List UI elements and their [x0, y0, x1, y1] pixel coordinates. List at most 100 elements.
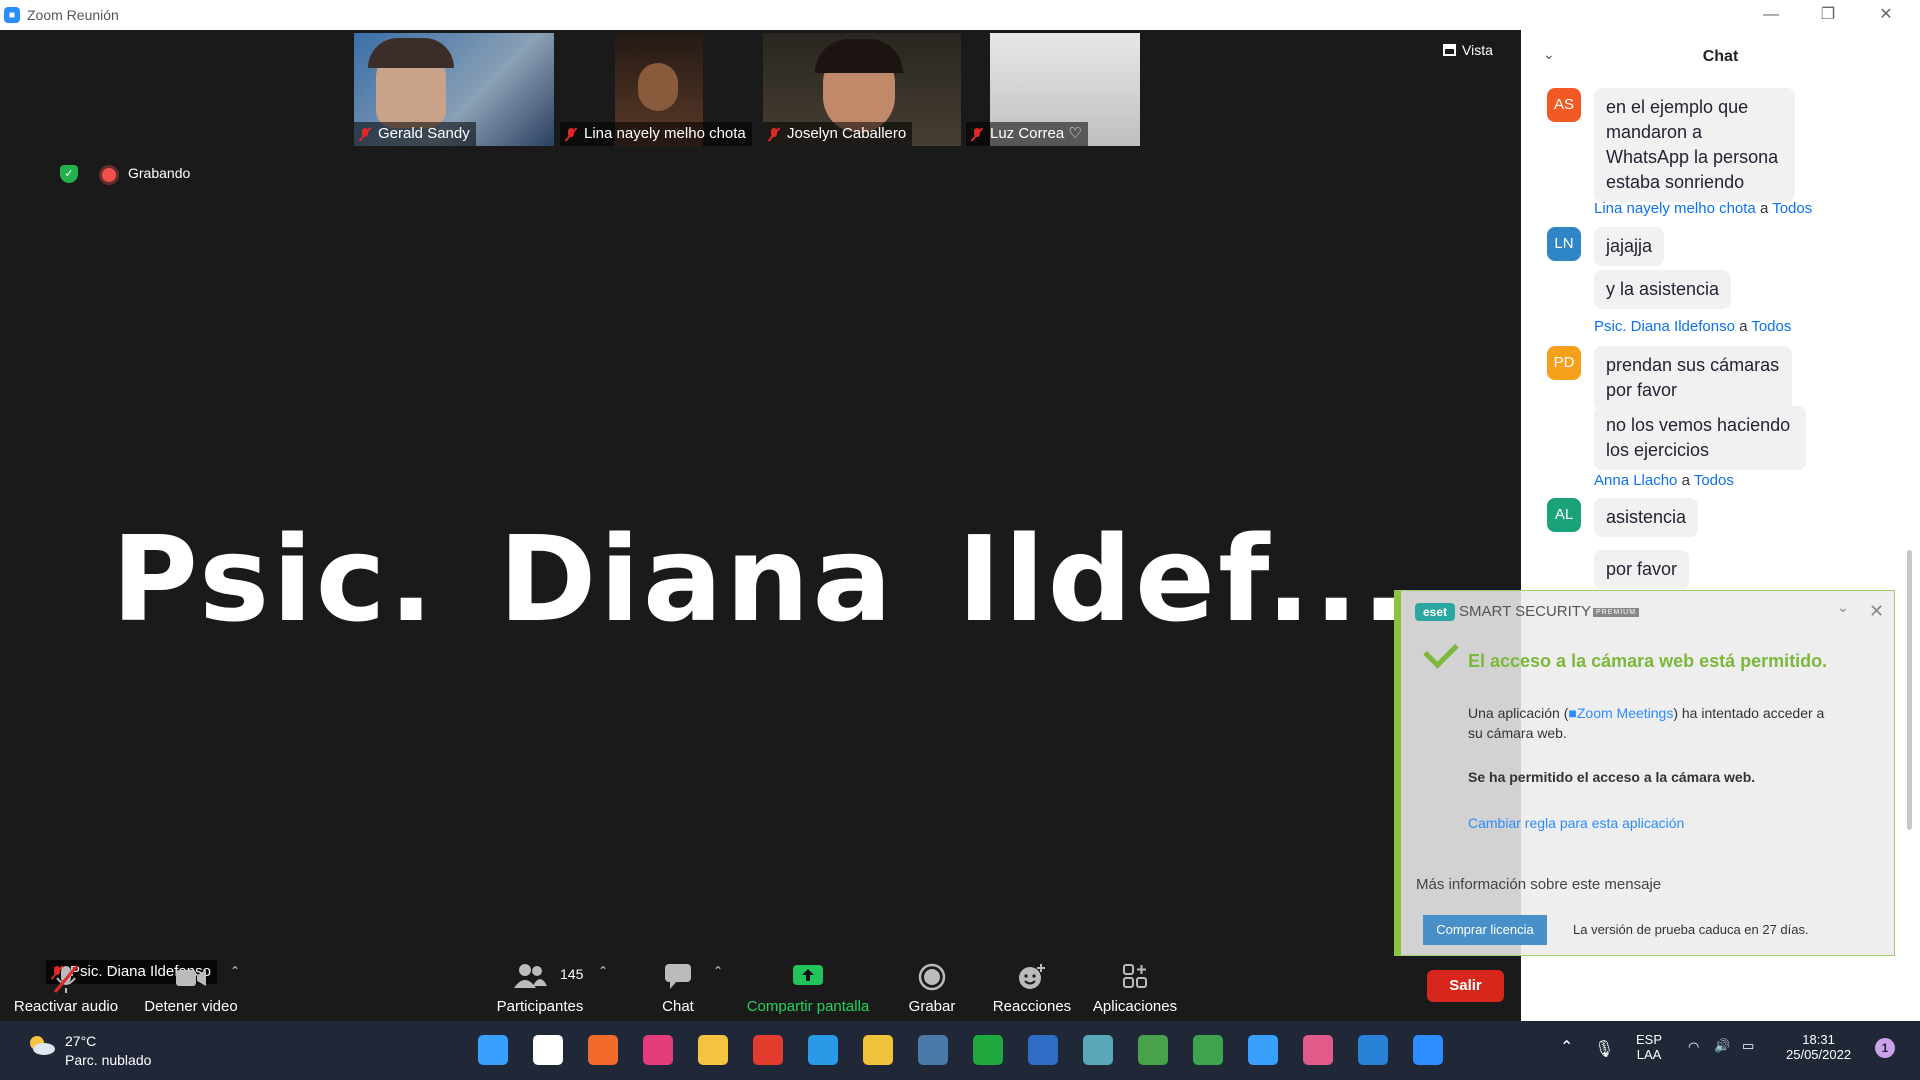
chat-bubble-icon [663, 962, 693, 994]
chat-sender-line: Anna Llacho a Todos [1594, 472, 1734, 489]
share-screen-label: Compartir pantalla [746, 998, 870, 1015]
eset-tier-badge: PREMIUM [1593, 608, 1640, 617]
checkmark-icon [1423, 633, 1459, 669]
participants-icon [513, 962, 547, 994]
change-rule-link[interactable]: Cambiar regla para esta aplicación [1468, 815, 1684, 831]
mic-muted-icon [564, 127, 578, 141]
input-language[interactable]: ESP LAA [1636, 1032, 1662, 1062]
buy-license-button[interactable]: Comprar licencia [1423, 915, 1547, 945]
record-label: Grabar [908, 998, 956, 1015]
eset-heading: El acceso a la cámara web está permitido… [1468, 651, 1828, 671]
leave-button[interactable]: Salir [1427, 970, 1504, 1002]
windows-start-icon[interactable] [478, 1035, 508, 1065]
chat-recipient[interactable]: Todos [1694, 472, 1734, 489]
chat-message: jajajja [1594, 227, 1665, 266]
title-bar: ■ Zoom Reunión — ❐ ✕ [0, 0, 1920, 30]
restore-icon[interactable]: ❐ [1817, 4, 1839, 26]
video-options-caret-icon[interactable]: ⌃ [230, 964, 240, 978]
weather-description[interactable]: Parc. nublado [65, 1052, 151, 1068]
meeting-area: Gerald Sandy Lina nayely melho chota Jos… [0, 30, 1521, 1021]
chat-to-word: a [1739, 318, 1748, 335]
chat-message: no los vemos haciendo los ejercicios [1594, 406, 1806, 470]
zoom-icon[interactable] [1413, 1035, 1443, 1065]
volume-icon[interactable]: 🔊 [1714, 1038, 1730, 1054]
mic-muted-icon [49, 962, 83, 1000]
participant-face [638, 63, 678, 111]
participants-label: Participantes [496, 998, 584, 1015]
zoom-logo-icon: ■ [4, 7, 20, 23]
xbox-icon[interactable] [973, 1035, 1003, 1065]
search-icon[interactable] [533, 1035, 563, 1065]
chat-recipient[interactable]: Todos [1772, 200, 1812, 217]
record-icon [917, 962, 947, 996]
chat-options-caret-icon[interactable]: ⌃ [713, 964, 723, 978]
window-title: Zoom Reunión [27, 7, 119, 23]
apps-label: Aplicaciones [1092, 998, 1178, 1015]
app-orange-icon[interactable] [588, 1035, 618, 1065]
avatar: PD [1547, 346, 1581, 380]
avatar: LN [1547, 227, 1581, 261]
zoom-app-link[interactable]: ■Zoom Meetings [1568, 705, 1673, 721]
git-icon[interactable] [863, 1035, 893, 1065]
keyboard-layout: LAA [1636, 1047, 1662, 1062]
participant-hair [368, 38, 454, 68]
chat-sender[interactable]: Anna Llacho [1594, 472, 1677, 489]
eset-logo-icon: eset [1415, 603, 1455, 621]
chevron-down-icon[interactable]: ⌄ [1837, 599, 1849, 616]
wifi-icon[interactable]: ◠ [1688, 1039, 1699, 1055]
microphone-icon[interactable]: 🎙 [1594, 1039, 1614, 1059]
chat-header: ⌄ Chat [1521, 30, 1920, 80]
mongodb-icon[interactable] [1193, 1035, 1223, 1065]
more-info-link[interactable]: Más información sobre este mensaje [1416, 876, 1661, 893]
heart-icon: ♡ [1068, 125, 1082, 142]
view-button[interactable]: Vista [1443, 42, 1493, 58]
mysql-workbench-icon[interactable] [918, 1035, 948, 1065]
view-label: Vista [1462, 42, 1493, 58]
audio-options-caret-icon[interactable]: ⌃ [108, 964, 118, 978]
participants-count: 145 [560, 966, 584, 982]
eset-notification: eset SMART SECURITY PREMIUM ⌄ ✕ El acces… [1394, 590, 1895, 956]
chat-sender[interactable]: Psic. Diana Ildefonso [1594, 318, 1735, 335]
chrome-icon[interactable] [753, 1035, 783, 1065]
participant-thumbnail[interactable]: Luz Correa ♡ [966, 33, 1166, 146]
close-icon[interactable]: ✕ [1869, 601, 1884, 622]
intellij-icon[interactable] [643, 1035, 673, 1065]
notification-badge[interactable]: 1 [1875, 1038, 1895, 1058]
word-icon[interactable] [1028, 1035, 1058, 1065]
mic-muted-icon [358, 127, 372, 141]
chat-scrollbar[interactable] [1907, 550, 1912, 830]
smiley-plus-icon [1016, 962, 1048, 996]
recording-label: Grabando [128, 165, 191, 181]
app-teal-icon[interactable] [1083, 1035, 1113, 1065]
participant-thumbnail[interactable]: Joselyn Caballero [763, 33, 961, 146]
participant-thumbnail[interactable]: Lina nayely melho chota [560, 33, 758, 146]
participants-options-caret-icon[interactable]: ⌃ [598, 964, 608, 978]
partly-cloudy-icon[interactable] [26, 1034, 56, 1056]
close-icon[interactable]: ✕ [1875, 4, 1897, 26]
grid-view-icon [1443, 44, 1456, 56]
language-code: ESP [1636, 1032, 1663, 1047]
video-camera-icon [174, 962, 208, 996]
participant-thumbnail[interactable]: Gerald Sandy [354, 33, 554, 146]
clock[interactable]: 18:31 25/05/2022 [1786, 1032, 1851, 1062]
participant-name: Joselyn Caballero [763, 122, 913, 146]
chat-recipient[interactable]: Todos [1751, 318, 1791, 335]
participant-name: Lina nayely melho chota [560, 122, 752, 146]
active-speaker-name: Psic. Diana Ildef... [111, 510, 1410, 648]
minimize-icon[interactable]: — [1760, 4, 1782, 26]
recording-dot-icon [102, 168, 116, 182]
vscode-icon[interactable] [808, 1035, 838, 1065]
encryption-shield-icon[interactable]: ✓ [60, 165, 78, 183]
chat-sender-line: Psic. Diana Ildefonso a Todos [1594, 318, 1791, 335]
show-hidden-icons-icon[interactable]: ⌃ [1560, 1037, 1573, 1057]
stop-video-label: Detener video [144, 998, 238, 1015]
battery-icon[interactable]: ▭ [1742, 1038, 1754, 1054]
weather-temperature[interactable]: 27°C [65, 1033, 96, 1049]
snipping-tool-icon[interactable] [1303, 1035, 1333, 1065]
app-green-icon[interactable] [1138, 1035, 1168, 1065]
notepad-icon[interactable] [1248, 1035, 1278, 1065]
file-explorer-icon[interactable] [698, 1035, 728, 1065]
chat-sender[interactable]: Lina nayely melho chota [1594, 200, 1756, 217]
unmute-label: Reactivar audio [13, 998, 119, 1015]
photos-icon[interactable] [1358, 1035, 1388, 1065]
